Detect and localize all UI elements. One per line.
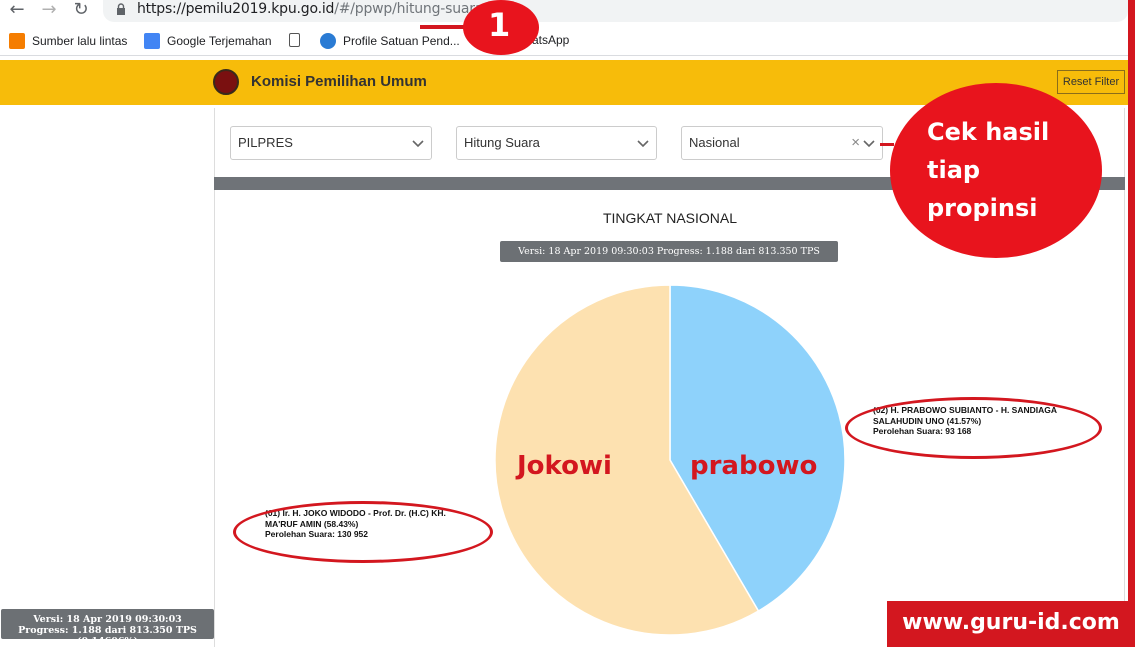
kpu-logo-icon [213, 69, 239, 95]
step-number: 1 [488, 6, 511, 44]
blogger-icon [9, 33, 25, 49]
version-line: Versi: 18 Apr 2019 09:30:03 [33, 614, 182, 625]
callout-line3: propinsi [927, 194, 1038, 222]
url-path: /#/ppwp/hitung-suara/ [334, 1, 488, 17]
red-border-edge [1128, 0, 1135, 647]
globe-icon [320, 33, 336, 49]
mode-select-value: Hitung Suara [464, 135, 540, 150]
bookmark-label: Sumber lalu lintas [32, 34, 128, 48]
translate-icon [144, 33, 160, 49]
url-text: https://pemilu2019.kpu.go.id/#/ppwp/hitu… [137, 1, 488, 17]
bookmark-google-terjemahan[interactable]: Google Terjemahan [144, 33, 272, 49]
region-select-value: Nasional [689, 135, 740, 150]
chevron-down-icon [412, 140, 424, 148]
reload-icon[interactable]: ↻ [70, 0, 92, 22]
chevron-down-icon [637, 140, 649, 148]
election-select[interactable]: PILPRES [230, 126, 432, 160]
callout-line1: Cek hasil [927, 118, 1050, 146]
bookmark-label: Profile Satuan Pend... [343, 34, 460, 48]
mode-select[interactable]: Hitung Suara [456, 126, 657, 160]
version-status-box: Versi: 18 Apr 2019 09:30:03 Progress: 1.… [1, 609, 214, 647]
bookmark-label: atsApp [532, 33, 570, 47]
bookmark-page[interactable] [289, 33, 300, 47]
back-arrow-icon[interactable]: ← [6, 0, 28, 22]
clear-icon[interactable]: × [851, 127, 860, 159]
bookmark-whatsapp[interactable]: atsApp [532, 33, 569, 47]
progress-line: Progress: 1.188 dari 813.350 TPS (0.1460… [18, 625, 197, 647]
prabowo-annotation: prabowo [690, 451, 818, 481]
url-underline-annotation [420, 25, 466, 29]
url-host: https://pemilu2019.kpu.go.id [137, 1, 335, 17]
chart-title: TINGKAT NASIONAL [602, 210, 738, 226]
jokowi-annotation: Jokowi [517, 451, 612, 481]
jokowi-highlight-ellipse [233, 501, 493, 563]
site-title: Komisi Pemilihan Umum [251, 73, 427, 90]
watermark-site: www.guru-id.com [887, 601, 1135, 647]
region-select[interactable]: Nasional × [681, 126, 883, 160]
bookmark-label: Google Terjemahan [167, 34, 272, 48]
version-tooltip: Versi: 18 Apr 2019 09:30:03 Progress: 1.… [500, 241, 838, 278]
chevron-down-icon [863, 140, 875, 148]
bookmarks-bar: Sumber lalu lintas Google Terjemahan Pro… [0, 28, 1135, 56]
reset-filter-button[interactable]: Reset Filter [1057, 70, 1125, 94]
bubble-pointer [880, 143, 894, 146]
callout-line2: tiap [927, 156, 981, 184]
lock-icon [117, 3, 125, 15]
bookmark-profile-satuan[interactable]: Profile Satuan Pend... [320, 33, 460, 49]
election-select-value: PILPRES [238, 135, 293, 150]
prabowo-highlight-ellipse [845, 397, 1102, 459]
bookmark-sumber[interactable]: Sumber lalu lintas [9, 33, 127, 49]
callout-text: Cek hasil tiap propinsi [927, 113, 1087, 227]
forward-arrow-icon[interactable]: → [38, 0, 60, 22]
page-icon [289, 33, 300, 47]
browser-toolbar: ← → ↻ https://pemilu2019.kpu.go.id/#/ppw… [0, 0, 1135, 26]
